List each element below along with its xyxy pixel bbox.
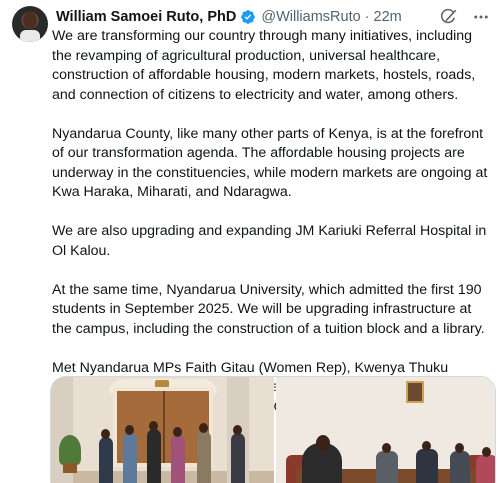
photo-head xyxy=(316,435,330,451)
author-avatar[interactable] xyxy=(12,6,48,42)
post-paragraph: We are transforming our country through … xyxy=(52,28,476,103)
author-name[interactable]: William Samoei Ruto, PhD xyxy=(56,9,236,25)
photo-person xyxy=(197,431,211,483)
photo-person xyxy=(376,451,398,483)
photo-head xyxy=(482,447,491,457)
photo-person xyxy=(147,429,161,483)
photo-head xyxy=(233,425,242,435)
header-separator: · xyxy=(364,9,370,25)
post-time[interactable]: 22m xyxy=(374,9,402,25)
avatar-collar xyxy=(20,30,40,42)
post-media[interactable] xyxy=(50,376,496,483)
photo-pot xyxy=(63,463,77,473)
photo-head xyxy=(382,443,391,453)
header-actions xyxy=(440,8,490,26)
photo-person xyxy=(99,437,113,483)
photo-head xyxy=(199,423,208,433)
photo-person xyxy=(450,451,470,483)
photo-head xyxy=(125,425,134,435)
photo-person xyxy=(231,433,245,483)
photo-person xyxy=(416,449,438,483)
media-photo-meeting[interactable] xyxy=(276,377,495,483)
grok-slash-icon[interactable] xyxy=(440,8,458,26)
post-paragraph: We are also upgrading and expanding JM K… xyxy=(52,223,487,259)
photo-wall-portrait xyxy=(406,381,424,403)
photo-plant xyxy=(59,435,81,465)
photo-person xyxy=(123,433,137,483)
photo-head xyxy=(455,443,464,453)
verified-badge-icon xyxy=(241,10,256,24)
post-paragraph: At the same time, Nyandarua University, … xyxy=(52,281,485,337)
media-photo-group[interactable] xyxy=(51,377,274,483)
post-header: William Samoei Ruto, PhD @WilliamsRuto ·… xyxy=(56,7,490,27)
avatar-face xyxy=(23,12,37,29)
photo-head xyxy=(149,421,158,431)
author-handle[interactable]: @WilliamsRuto xyxy=(261,9,360,25)
photo-head xyxy=(422,441,431,451)
photo-person xyxy=(171,435,185,483)
photo-head xyxy=(101,429,110,439)
photo-person xyxy=(476,455,495,483)
more-options-icon[interactable] xyxy=(472,8,490,26)
photo-head xyxy=(173,427,182,437)
post-paragraph: Nyandarua County, like many other parts … xyxy=(52,125,488,201)
